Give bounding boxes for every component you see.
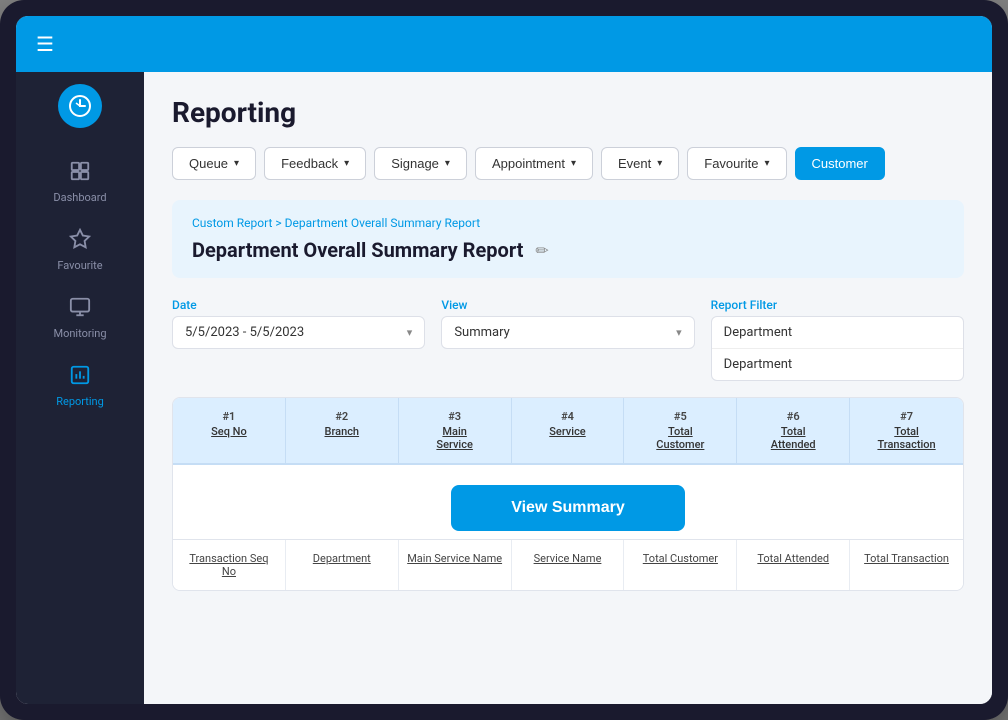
report-filter-col: Report Filter Department Department	[711, 298, 964, 381]
col-header-3[interactable]: #3 MainService	[399, 398, 512, 463]
col-name-4: Service	[549, 425, 585, 438]
col-number-1: #1	[181, 410, 277, 423]
sidebar-item-dashboard-label: Dashboard	[53, 191, 106, 204]
tab-favourite[interactable]: Favourite ▾	[687, 147, 786, 180]
col-number-4: #4	[520, 410, 616, 423]
tab-signage[interactable]: Signage ▾	[374, 147, 467, 180]
sidebar-item-dashboard[interactable]: Dashboard	[16, 148, 144, 216]
sidebar: Dashboard Favourite	[16, 72, 144, 704]
chevron-down-icon: ▾	[571, 158, 576, 169]
col-number-6: #6	[745, 410, 841, 423]
app-window: ☰	[16, 16, 992, 704]
tab-bar: Queue ▾ Feedback ▾ Signage ▾ Appointment…	[172, 147, 964, 180]
chevron-down-icon: ▾	[676, 326, 682, 339]
sidebar-item-favourite-label: Favourite	[57, 259, 102, 272]
report-title-row: Department Overall Summary Report ✏	[192, 238, 944, 262]
chevron-down-icon: ▾	[344, 158, 349, 169]
filter-view-group: View Summary ▾	[441, 298, 694, 381]
chevron-down-icon: ▾	[764, 158, 769, 169]
hamburger-icon[interactable]: ☰	[36, 32, 54, 56]
monitoring-icon	[69, 296, 91, 323]
col-header-7[interactable]: #7 TotalTransaction	[850, 398, 963, 463]
footer-cell-3: Main Service Name	[399, 540, 512, 590]
filter-view-label: View	[441, 298, 694, 312]
col-header-6[interactable]: #6 TotalAttended	[737, 398, 850, 463]
tab-event[interactable]: Event ▾	[601, 147, 679, 180]
filter-date-label: Date	[172, 298, 425, 312]
footer-cell-4: Service Name	[512, 540, 625, 590]
footer-cell-5: Total Customer	[624, 540, 737, 590]
report-filter-value-1: Department	[712, 317, 963, 349]
table-footer-row: Transaction Seq No Department Main Servi…	[173, 539, 963, 590]
favourite-icon	[69, 228, 91, 255]
col-number-3: #3	[407, 410, 503, 423]
report-title: Department Overall Summary Report	[192, 238, 523, 262]
col-name-3: MainService	[436, 425, 472, 451]
col-name-7: TotalTransaction	[877, 425, 935, 451]
footer-cell-1: Transaction Seq No	[173, 540, 286, 590]
filters-row: Date 5/5/2023 - 5/5/2023 ▾ View Summary …	[172, 298, 964, 381]
device-frame: ☰	[0, 0, 1008, 720]
edit-icon[interactable]: ✏	[535, 241, 548, 260]
view-summary-button[interactable]: View Summary	[451, 485, 685, 531]
report-filter-value-2: Department	[712, 349, 963, 380]
top-bar: ☰	[16, 16, 992, 72]
col-name-5: TotalCustomer	[656, 425, 704, 451]
filter-date-value: 5/5/2023 - 5/5/2023	[185, 325, 304, 340]
col-header-1[interactable]: #1 Seq No	[173, 398, 286, 463]
sidebar-item-reporting-label: Reporting	[56, 395, 104, 408]
sidebar-item-favourite[interactable]: Favourite	[16, 216, 144, 284]
col-number-2: #2	[294, 410, 390, 423]
logo-icon	[68, 94, 92, 118]
sidebar-item-reporting[interactable]: Reporting	[16, 352, 144, 420]
breadcrumb: Custom Report > Department Overall Summa…	[192, 216, 944, 230]
report-filter-values: Department Department	[711, 316, 964, 381]
content-area: Reporting Queue ▾ Feedback ▾ Signage ▾	[144, 72, 992, 704]
tab-appointment[interactable]: Appointment ▾	[475, 147, 593, 180]
chevron-down-icon: ▾	[407, 326, 413, 339]
columns-header: #1 Seq No #2 Branch #3 MainService #4	[173, 398, 963, 465]
footer-cell-2: Department	[286, 540, 399, 590]
col-number-5: #5	[632, 410, 728, 423]
col-header-4[interactable]: #4 Service	[512, 398, 625, 463]
col-name-6: TotalAttended	[771, 425, 816, 451]
main-layout: Dashboard Favourite	[16, 72, 992, 704]
col-header-5[interactable]: #5 TotalCustomer	[624, 398, 737, 463]
col-number-7: #7	[858, 410, 955, 423]
filter-date-group: Date 5/5/2023 - 5/5/2023 ▾	[172, 298, 425, 381]
sidebar-logo	[58, 84, 102, 128]
footer-cell-6: Total Attended	[737, 540, 850, 590]
tab-customer[interactable]: Customer	[795, 147, 885, 180]
filter-view-selector[interactable]: Summary ▾	[441, 316, 694, 349]
sidebar-item-monitoring-label: Monitoring	[53, 327, 106, 340]
sidebar-item-monitoring[interactable]: Monitoring	[16, 284, 144, 352]
columns-area: #1 Seq No #2 Branch #3 MainService #4	[172, 397, 964, 591]
report-section: Custom Report > Department Overall Summa…	[172, 200, 964, 278]
col-name-2: Branch	[325, 425, 360, 438]
chevron-down-icon: ▾	[657, 158, 662, 169]
dashboard-icon	[69, 160, 91, 187]
report-filter-label: Report Filter	[711, 298, 964, 312]
filter-view-value: Summary	[454, 325, 509, 340]
filter-date-selector[interactable]: 5/5/2023 - 5/5/2023 ▾	[172, 316, 425, 349]
tab-feedback[interactable]: Feedback ▾	[264, 147, 366, 180]
footer-cell-7: Total Transaction	[850, 540, 963, 590]
tab-queue[interactable]: Queue ▾	[172, 147, 256, 180]
page-title: Reporting	[172, 96, 964, 129]
view-summary-container: View Summary	[173, 465, 963, 539]
chevron-down-icon: ▾	[445, 158, 450, 169]
col-header-2[interactable]: #2 Branch	[286, 398, 399, 463]
col-name-1: Seq No	[211, 425, 247, 438]
chevron-down-icon: ▾	[234, 158, 239, 169]
reporting-icon	[69, 364, 91, 391]
